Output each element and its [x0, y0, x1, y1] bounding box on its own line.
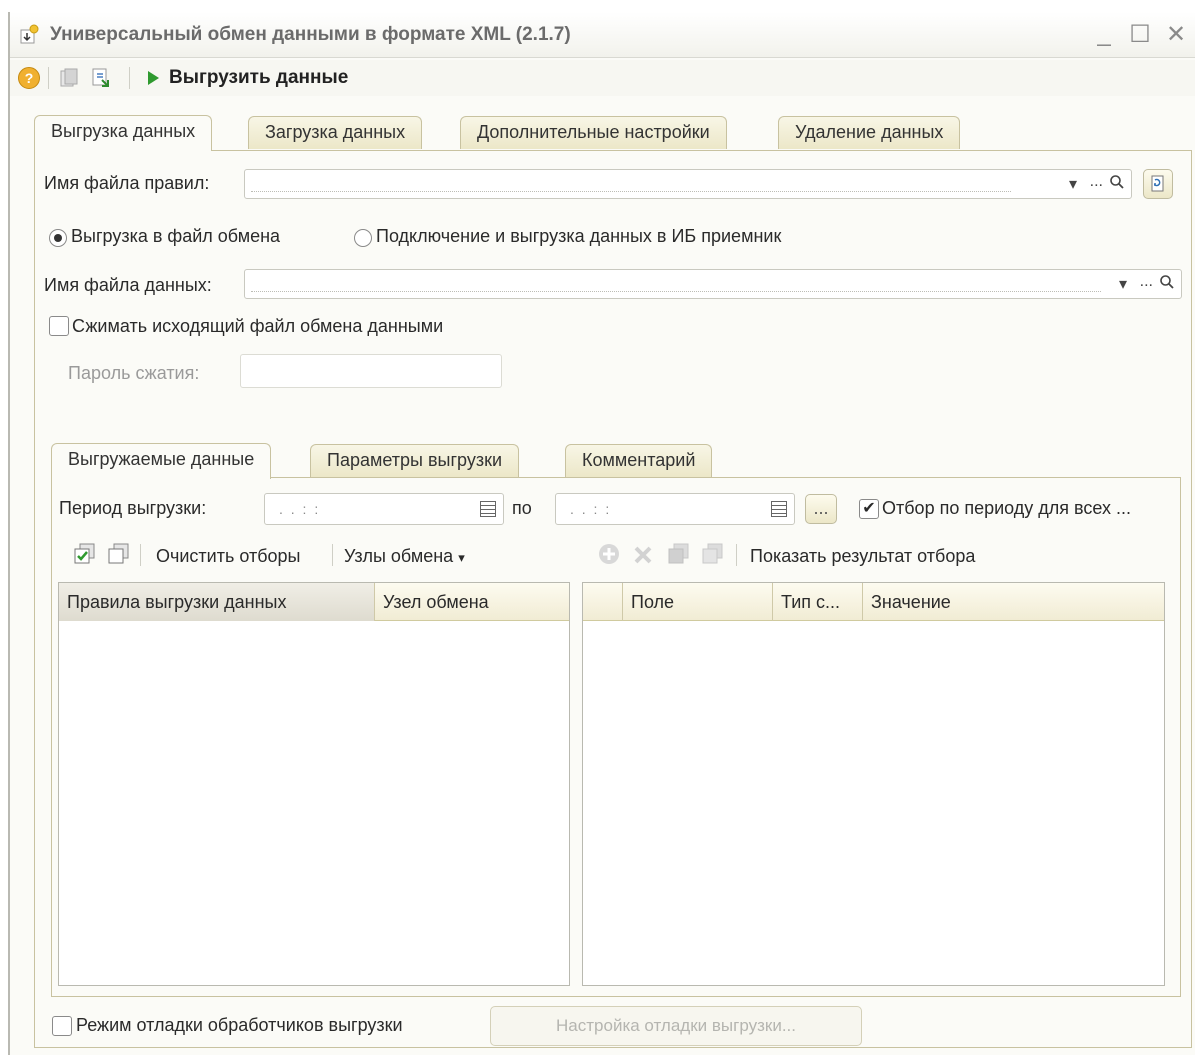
- export-data-label: Выгрузить данные: [169, 67, 349, 88]
- export-rules-table[interactable]: Правила выгрузки данных Узел обмена: [58, 582, 570, 986]
- column-export-rules[interactable]: Правила выгрузки данных: [59, 583, 375, 621]
- export-tab-panel: Имя файла правил: ▾ ... Выгрузка в файл …: [34, 150, 1192, 1048]
- period-select-button[interactable]: ...: [805, 494, 837, 524]
- search-icon[interactable]: [1109, 174, 1125, 195]
- exchange-nodes-button[interactable]: Узлы обмена ▾: [344, 546, 465, 567]
- period-to-input[interactable]: . . : :: [555, 493, 795, 525]
- calendar-icon[interactable]: [771, 501, 787, 517]
- chevron-down-icon[interactable]: ▾: [1119, 274, 1127, 294]
- clear-filters-button[interactable]: Очистить отборы: [156, 546, 300, 567]
- rules-file-label: Имя файла правил:: [44, 173, 210, 193]
- add-icon[interactable]: [597, 542, 621, 571]
- table-header: Правила выгрузки данных Узел обмена: [59, 583, 569, 621]
- password-label: Пароль сжатия:: [68, 363, 200, 383]
- subtab-comment[interactable]: Комментарий: [565, 444, 713, 477]
- toolbar-separator: [48, 67, 49, 89]
- debug-settings-button[interactable]: Настройка отладки выгрузки...: [490, 1006, 862, 1046]
- select-button[interactable]: ...: [1140, 273, 1153, 291]
- main-window: Универсальный обмен данными в формате XM…: [8, 12, 1195, 1055]
- chevron-down-icon[interactable]: ▾: [1069, 174, 1077, 194]
- check-all-icon[interactable]: [72, 542, 98, 571]
- select-button[interactable]: ...: [1090, 173, 1103, 191]
- mode-ib-label[interactable]: Подключение и выгрузка данных в ИБ прием…: [376, 226, 781, 247]
- app-icon: [18, 24, 40, 46]
- column-comparison-type[interactable]: Тип с...: [773, 583, 863, 621]
- command-bar: ? Выгрузить данные: [10, 60, 1195, 96]
- mode-ib-radio[interactable]: [354, 229, 372, 247]
- copy-icon[interactable]: [700, 542, 726, 571]
- maximize-icon[interactable]: ☐: [1129, 20, 1151, 49]
- help-icon[interactable]: ?: [18, 67, 40, 89]
- column-value[interactable]: Значение: [863, 583, 1163, 621]
- calendar-icon[interactable]: [480, 501, 496, 517]
- subtab-exported-data[interactable]: Выгружаемые данные: [51, 443, 272, 479]
- mode-file-radio[interactable]: [49, 229, 67, 247]
- filter-all-checkbox[interactable]: ✔: [859, 499, 879, 519]
- save-settings-icon[interactable]: [57, 66, 81, 90]
- column-exchange-node[interactable]: Узел обмена: [375, 583, 569, 621]
- subtab-export-params[interactable]: Параметры выгрузки: [310, 444, 520, 477]
- show-filter-result-button[interactable]: Показать результат отбора: [750, 546, 975, 567]
- play-icon: [148, 71, 159, 85]
- filter-table[interactable]: Поле Тип с... Значение: [582, 582, 1165, 986]
- chevron-down-icon: ▾: [458, 550, 465, 565]
- close-icon[interactable]: ✕: [1165, 20, 1187, 49]
- period-from-input[interactable]: . . : :: [264, 493, 504, 525]
- data-file-input[interactable]: ▾ ...: [244, 269, 1182, 299]
- tab-delete-data[interactable]: Удаление данных: [778, 116, 961, 149]
- delete-icon[interactable]: [632, 544, 654, 571]
- column-field[interactable]: Поле: [623, 583, 773, 621]
- window-controls: _ ☐ ✕: [1093, 20, 1187, 49]
- window-title: Универсальный обмен данными в формате XM…: [50, 23, 571, 45]
- toolbar-separator: [129, 67, 130, 89]
- tab-additional-settings[interactable]: Дополнительные настройки: [460, 116, 727, 149]
- copy-icon[interactable]: [666, 542, 692, 571]
- debug-mode-label[interactable]: Режим отладки обработчиков выгрузки: [76, 1015, 403, 1036]
- restore-settings-icon[interactable]: [89, 66, 113, 90]
- column-use[interactable]: [583, 583, 623, 621]
- period-to-label: по: [512, 498, 532, 518]
- compress-label[interactable]: Сжимать исходящий файл обмена данными: [72, 316, 443, 337]
- search-icon[interactable]: [1159, 274, 1175, 295]
- table-header: Поле Тип с... Значение: [583, 583, 1164, 621]
- debug-mode-checkbox[interactable]: [52, 1016, 72, 1036]
- uncheck-all-icon[interactable]: [106, 542, 132, 571]
- reload-rules-icon[interactable]: [1143, 169, 1173, 199]
- data-file-label: Имя файла данных:: [44, 275, 212, 295]
- exported-data-panel: Период выгрузки: . . : : по . . : : ... …: [51, 477, 1181, 997]
- tab-import[interactable]: Загрузка данных: [248, 116, 423, 149]
- rules-file-input[interactable]: ▾ ...: [244, 169, 1132, 199]
- export-data-button[interactable]: Выгрузить данные: [138, 67, 348, 89]
- tab-export[interactable]: Выгрузка данных: [34, 115, 213, 151]
- period-label: Период выгрузки:: [59, 498, 207, 518]
- minimize-icon[interactable]: _: [1093, 20, 1115, 49]
- mode-file-label[interactable]: Выгрузка в файл обмена: [71, 226, 280, 247]
- title-bar: Универсальный обмен данными в формате XM…: [10, 12, 1195, 58]
- compress-checkbox[interactable]: [49, 316, 69, 336]
- password-input[interactable]: [240, 354, 502, 388]
- filter-all-label[interactable]: Отбор по периоду для всех ...: [882, 498, 1131, 519]
